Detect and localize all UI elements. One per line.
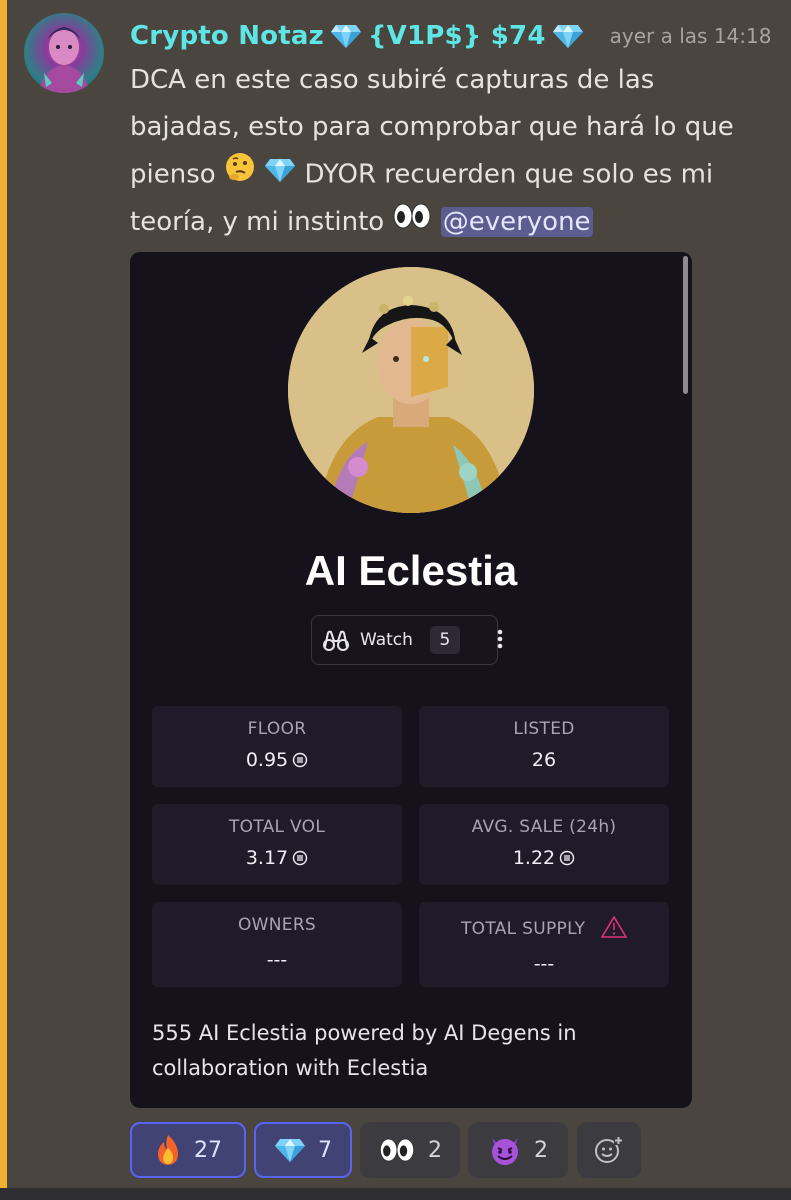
watch-button[interactable]: Watch 5 [311, 615, 498, 665]
reaction-eyes[interactable]: 2 [360, 1122, 460, 1178]
author-avatar[interactable] [24, 13, 104, 93]
stat-total-supply: TOTAL SUPPLY --- [419, 902, 669, 987]
stat-total-volume: TOTAL VOL 3.17 [152, 804, 402, 885]
watch-count: 5 [429, 626, 460, 654]
warning-icon[interactable] [600, 915, 628, 943]
reaction-gem[interactable]: 7 [254, 1122, 352, 1178]
eyes-icon [392, 199, 432, 246]
stat-value: --- [533, 953, 555, 975]
collection-title: AI Eclestia [304, 547, 518, 594]
stat-number: 0.95 [245, 749, 289, 771]
message-header: Crypto Notaz {V1P$} $74 ayer a las 14:18 [130, 16, 772, 56]
author-username[interactable]: Crypto Notaz [130, 21, 324, 51]
mention-highlight-bar [0, 0, 7, 1188]
stat-label: LISTED [513, 719, 575, 739]
stat-number: 1.22 [512, 847, 556, 869]
stat-label: OWNERS [237, 915, 317, 935]
bottom-divider [0, 1188, 791, 1200]
reaction-count: 2 [534, 1137, 548, 1163]
smiling-imp-icon [488, 1134, 522, 1166]
add-reaction-button[interactable] [577, 1122, 641, 1178]
embed-scrollbar[interactable] [683, 256, 688, 394]
collection-description: 555 AI Eclestia powered by AI Degens in … [152, 1021, 577, 1080]
binoculars-icon [322, 629, 350, 651]
reaction-smiling-imp[interactable]: 2 [468, 1122, 568, 1178]
fire-icon [154, 1134, 182, 1166]
stat-label: TOTAL VOL [228, 817, 326, 837]
gem-icon [264, 152, 296, 199]
stat-floor: FLOOR 0.95 [152, 706, 402, 787]
stat-label: FLOOR [247, 719, 307, 739]
stat-value: 0.95 [152, 749, 402, 773]
watch-label: Watch [360, 630, 413, 650]
everyone-mention[interactable]: @everyone [440, 207, 593, 237]
reaction-count: 7 [318, 1137, 332, 1163]
message-content: DCA en este caso subiré capturas de las … [130, 57, 770, 246]
stat-value: 26 [531, 749, 557, 771]
reaction-fire[interactable]: 27 [130, 1122, 246, 1178]
stat-owners: OWNERS --- [152, 902, 402, 987]
stat-value: 1.22 [419, 847, 669, 871]
solana-currency-icon [292, 849, 308, 871]
message-timestamp: ayer a las 14:18 [609, 24, 772, 48]
thinking-face-icon [224, 151, 256, 199]
stat-label: AVG. SALE (24h) [471, 817, 617, 837]
solana-currency-icon [559, 849, 575, 871]
stat-value: 3.17 [152, 847, 402, 871]
more-options-button[interactable] [488, 626, 512, 654]
gem-icon [330, 23, 362, 49]
gem-icon [552, 23, 584, 49]
stat-label: TOTAL SUPPLY [419, 915, 669, 943]
add-reaction-icon [594, 1135, 624, 1165]
collection-image [288, 267, 534, 513]
stat-number: 3.17 [245, 847, 289, 869]
solana-currency-icon [292, 751, 308, 773]
gem-icon [274, 1137, 306, 1163]
collection-embed: AI Eclestia Watch 5 FLOOR 0.95 LISTED 26… [130, 252, 692, 1108]
author-role-tag: {V1P$} $74 [367, 21, 546, 51]
stat-listed: LISTED 26 [419, 706, 669, 787]
stat-avg-sale: AVG. SALE (24h) 1.22 [419, 804, 669, 885]
reaction-count: 2 [428, 1137, 442, 1163]
eyes-icon [378, 1137, 416, 1163]
stat-label-text: TOTAL SUPPLY [461, 919, 586, 939]
discord-message-view: Crypto Notaz {V1P$} $74 ayer a las 14:18 [0, 0, 791, 1200]
stat-value: --- [266, 949, 288, 971]
reaction-count: 27 [194, 1137, 222, 1163]
